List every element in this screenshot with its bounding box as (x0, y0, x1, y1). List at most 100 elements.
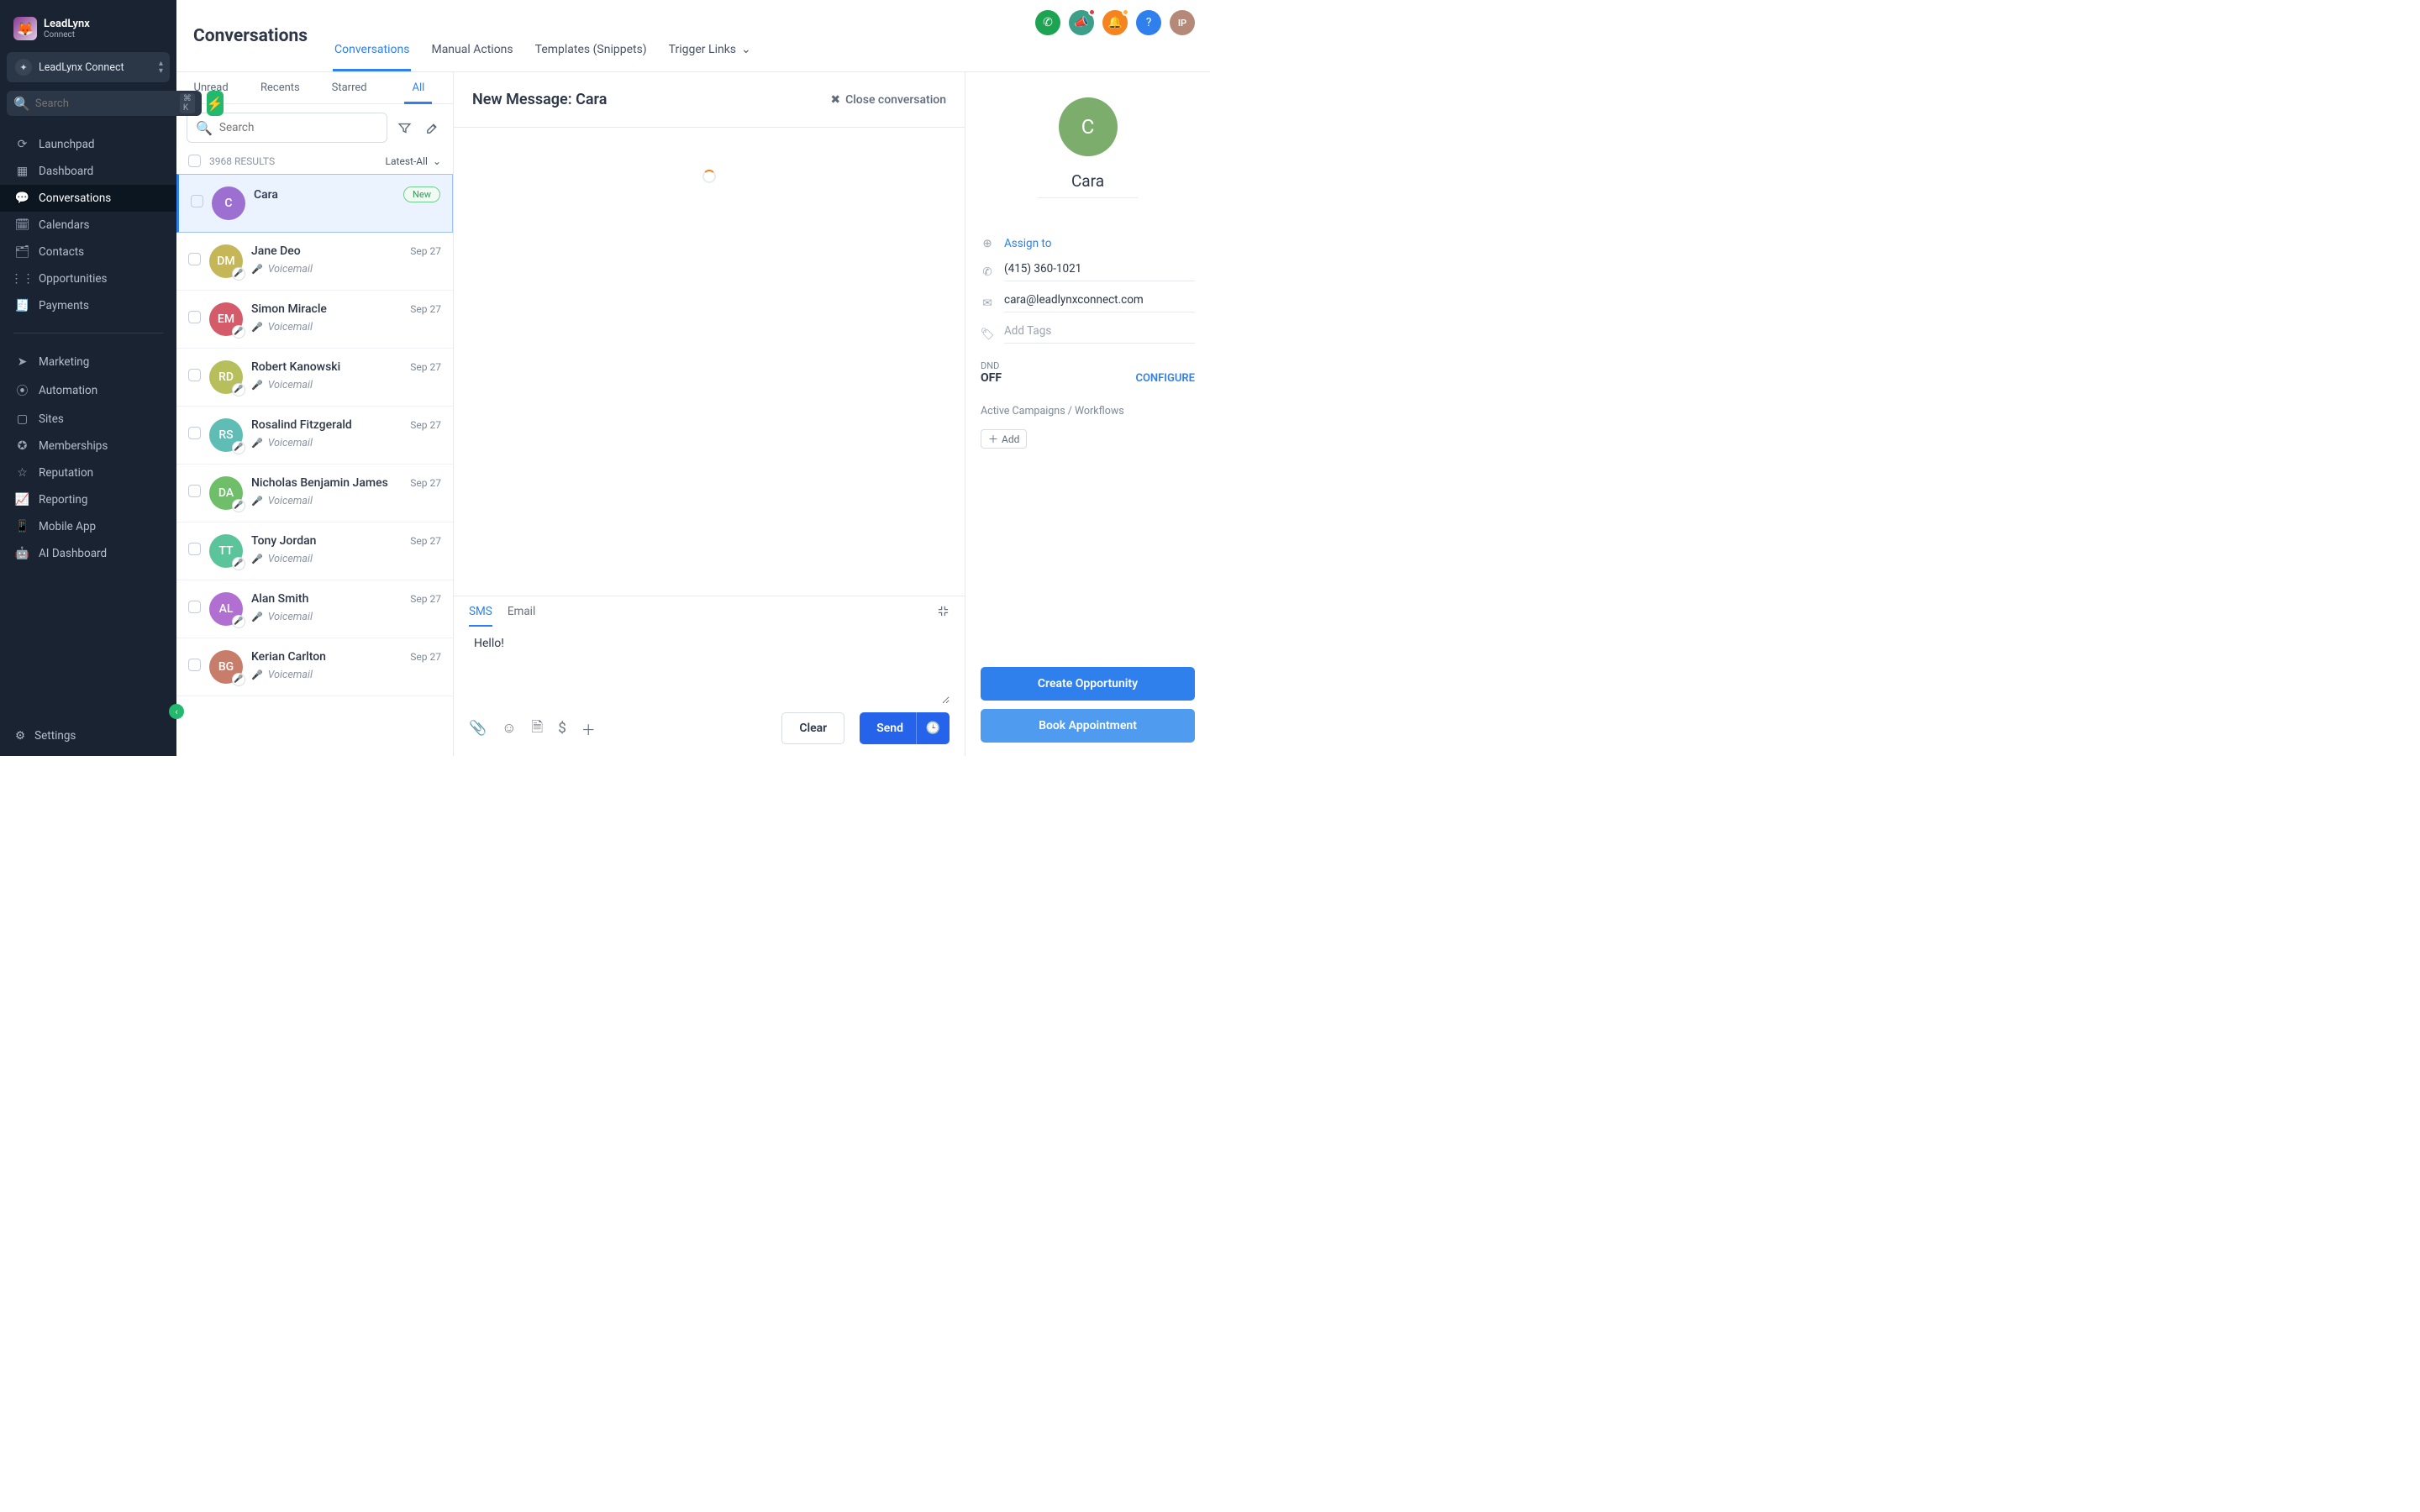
sidebar-item-sites[interactable]: ▢Sites (0, 406, 176, 433)
conversation-item[interactable]: TT🎤Tony JordanSep 27🎤Voicemail (176, 522, 453, 580)
sidebar-item-payments[interactable]: 🧾Payments (0, 292, 176, 319)
conversation-preview: Voicemail (268, 263, 313, 276)
phone-button[interactable]: ✆ (1035, 10, 1060, 35)
nav-icon: 📱 (15, 520, 29, 533)
list-tab-recents[interactable]: Recents (245, 72, 314, 103)
mic-badge-icon: 🎤 (232, 615, 245, 628)
avatar: RS🎤 (209, 418, 243, 452)
help-button[interactable]: ? (1136, 10, 1161, 35)
select-all-checkbox[interactable] (188, 155, 201, 167)
composer-tab-sms[interactable]: SMS (469, 605, 492, 627)
send-button[interactable]: Send (860, 712, 920, 744)
conversation-item[interactable]: DA🎤Nicholas Benjamin JamesSep 27🎤Voicema… (176, 465, 453, 522)
attachment-button[interactable]: 📎 (469, 720, 487, 737)
conversation-item[interactable]: EM🎤Simon MiracleSep 27🎤Voicemail (176, 291, 453, 349)
org-switcher[interactable]: ✦ LeadLynx Connect ▴▾ (7, 52, 170, 82)
conversation-list[interactable]: CCaraNewDM🎤Jane DeoSep 27🎤VoicemailEM🎤Si… (176, 174, 453, 756)
global-search[interactable]: 🔍 ⌘ K (7, 91, 202, 116)
close-conversation-button[interactable]: ✖ Close conversation (830, 93, 946, 107)
contact-email[interactable]: cara@leadlynxconnect.com (1004, 293, 1195, 312)
conversation-checkbox[interactable] (188, 369, 201, 381)
clear-button[interactable]: Clear (781, 712, 844, 744)
filter-button[interactable] (394, 118, 415, 139)
top-tab-conversations[interactable]: Conversations (333, 43, 411, 71)
top-tab-templates-snippets-[interactable]: Templates (Snippets) (534, 43, 649, 71)
top-tab-manual-actions[interactable]: Manual Actions (429, 43, 514, 71)
schedule-send-button[interactable]: 🕒 (916, 712, 950, 744)
conversation-checkbox[interactable] (188, 659, 201, 671)
sort-label: Latest-All (386, 155, 428, 167)
sidebar-item-contacts[interactable]: 🗂Contacts (0, 239, 176, 265)
dnd-configure-button[interactable]: CONFIGURE (1135, 372, 1195, 385)
topbar: Conversations ConversationsManual Action… (176, 0, 1210, 72)
conversation-search-input[interactable] (219, 121, 378, 134)
contact-phone[interactable]: (415) 360-1021 (1004, 262, 1195, 281)
conversation-item[interactable]: DM🎤Jane DeoSep 27🎤Voicemail (176, 233, 453, 291)
compose-button[interactable] (422, 118, 443, 139)
nav-label: AI Dashboard (39, 547, 107, 560)
sidebar-item-reporting[interactable]: 📈Reporting (0, 486, 176, 513)
sidebar-item-settings[interactable]: ⚙ Settings (0, 717, 176, 756)
conversation-checkbox[interactable] (188, 253, 201, 265)
composer-tab-email[interactable]: Email (508, 605, 535, 627)
conversation-checkbox[interactable] (188, 543, 201, 555)
list-tab-starred[interactable]: Starred (315, 72, 384, 103)
list-tab-unread[interactable]: Unread (176, 72, 245, 103)
sidebar-item-mobile-app[interactable]: 📱Mobile App (0, 513, 176, 540)
add-campaign-button[interactable]: ＋ Add (981, 429, 1027, 449)
conversation-checkbox[interactable] (191, 195, 203, 207)
conversation-list-column: UnreadRecentsStarredAll 🔍 3968 RESULTS L… (176, 72, 454, 756)
book-appointment-button[interactable]: Book Appointment (981, 709, 1195, 743)
global-search-input[interactable] (35, 97, 175, 110)
add-tags-input[interactable]: Add Tags (1004, 324, 1195, 344)
question-icon: ? (1146, 16, 1152, 29)
updown-caret-icon: ▴▾ (159, 60, 163, 75)
list-tab-all[interactable]: All (384, 72, 453, 103)
notifications-button[interactable]: 🔔 (1102, 10, 1128, 35)
top-tab-trigger-links[interactable]: Trigger Links⌄ (667, 43, 753, 71)
sidebar-item-conversations[interactable]: 💬Conversations (0, 185, 176, 212)
emoji-button[interactable]: ☺ (502, 720, 516, 737)
conversation-checkbox[interactable] (188, 601, 201, 613)
payment-button[interactable]: $ (558, 720, 566, 737)
conversation-item[interactable]: BG🎤Kerian CarltonSep 27🎤Voicemail (176, 638, 453, 696)
message-column: New Message: Cara ✖ Close conversation S… (454, 72, 965, 756)
org-name: LeadLynx Connect (39, 61, 124, 74)
conversation-name: Tony Jordan (251, 534, 316, 548)
sidebar-item-calendars[interactable]: 🗓Calendars (0, 212, 176, 239)
conversation-checkbox[interactable] (188, 485, 201, 497)
sidebar-item-marketing[interactable]: ➤Marketing (0, 349, 176, 375)
assign-to-button[interactable]: ⊕ Assign to (981, 237, 1195, 250)
add-button[interactable]: ＋ (581, 718, 596, 739)
nav-label: Opportunities (39, 272, 107, 286)
conversation-item[interactable]: AL🎤Alan SmithSep 27🎤Voicemail (176, 580, 453, 638)
conversation-item[interactable]: RS🎤Rosalind FitzgeraldSep 27🎤Voicemail (176, 407, 453, 465)
campaigns-label: Active Campaigns / Workflows (981, 405, 1195, 417)
avatar: BG🎤 (209, 650, 243, 684)
sidebar-item-dashboard[interactable]: ▦Dashboard (0, 158, 176, 185)
nav-icon: ▢ (15, 412, 29, 426)
nav-label: Memberships (39, 439, 108, 453)
conversation-checkbox[interactable] (188, 427, 201, 439)
sidebar-item-reputation[interactable]: ☆Reputation (0, 459, 176, 486)
sidebar-item-automation[interactable]: ⦿Automation (0, 375, 176, 406)
loading-spinner-icon (702, 170, 716, 183)
composer-textarea[interactable] (469, 627, 950, 704)
sidebar-item-ai-dashboard[interactable]: 🤖AI Dashboard (0, 540, 176, 567)
collapse-composer-button[interactable] (937, 605, 950, 627)
announce-button[interactable]: 📣 (1069, 10, 1094, 35)
sidebar-item-opportunities[interactable]: ⋮⋮Opportunities (0, 265, 176, 292)
sort-dropdown[interactable]: Latest-All ⌄ (386, 155, 441, 167)
sidebar-item-launchpad[interactable]: ⟳Launchpad (0, 131, 176, 158)
conversation-item[interactable]: CCaraNew (176, 174, 453, 233)
contact-name[interactable]: Cara (1038, 168, 1138, 198)
user-avatar[interactable]: IP (1170, 10, 1195, 35)
template-button[interactable]: 🗎 (532, 717, 544, 741)
sidebar-item-memberships[interactable]: ✪Memberships (0, 433, 176, 459)
create-opportunity-button[interactable]: Create Opportunity (981, 667, 1195, 701)
dnd-value: OFF (981, 371, 1002, 385)
conversation-checkbox[interactable] (188, 311, 201, 323)
conversation-item[interactable]: RD🎤Robert KanowskiSep 27🎤Voicemail (176, 349, 453, 407)
conversation-search[interactable]: 🔍 (187, 113, 387, 143)
collapse-sidebar-button[interactable]: ‹ (169, 704, 184, 719)
